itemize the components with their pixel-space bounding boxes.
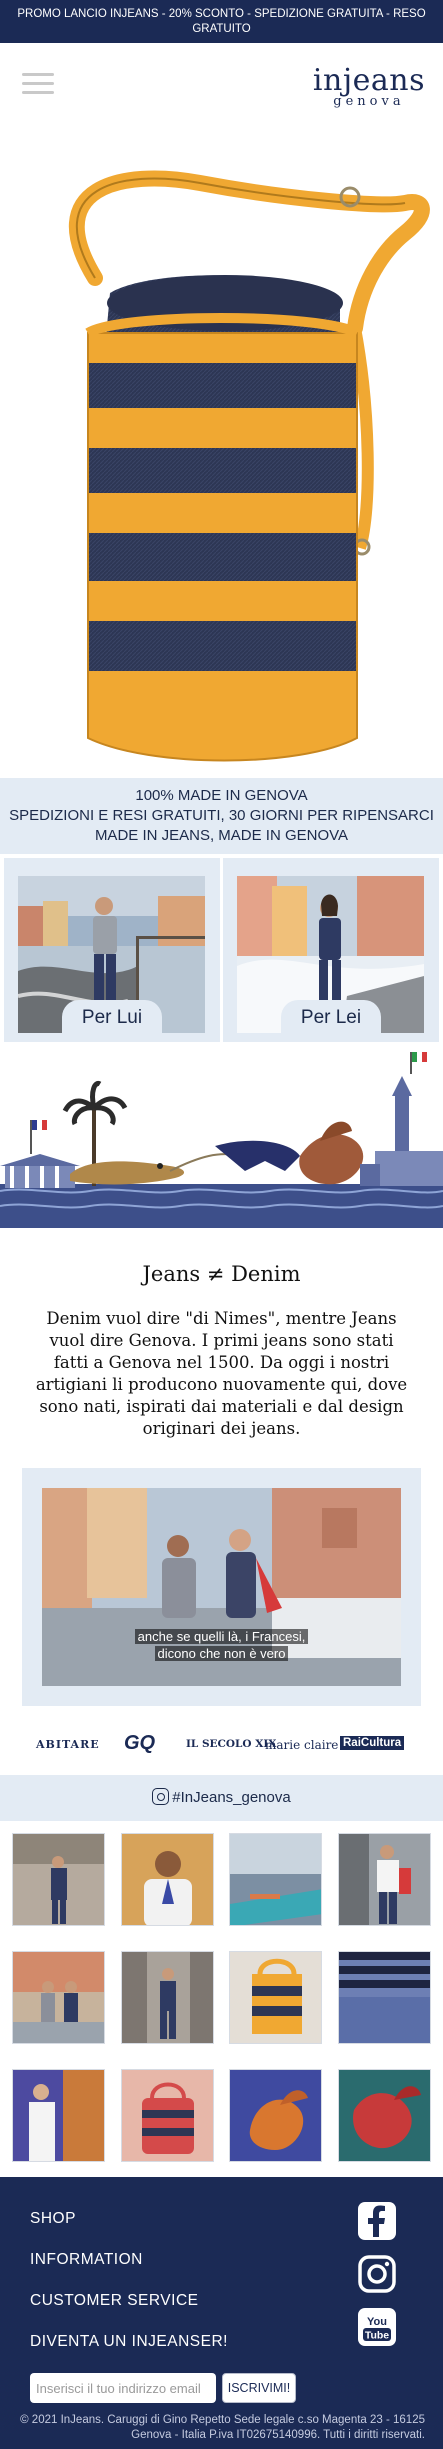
subtitle-line-2: dicono che non è vero (154, 1646, 289, 1661)
instagram-icon (152, 1788, 170, 1805)
footer-link-shop[interactable]: SHOP (30, 2210, 76, 2228)
video-section: anche se quelli là, i Francesi, dicono c… (22, 1468, 421, 1706)
logo[interactable]: injeans genova (312, 63, 425, 109)
story-section: Jeans ≠ Denim Denim vuol dire "di Nimes"… (0, 1228, 443, 1468)
instagram-grid (0, 1821, 443, 2177)
promo-bar: PROMO LANCIO INJEANS - 20% SCONTO - SPED… (0, 0, 443, 43)
copyright-line-2: Genova - Italia P.iva IT02675140996. Tut… (131, 2429, 425, 2441)
genova-illustration (0, 1046, 443, 1228)
video-player[interactable]: anche se quelli là, i Francesi, dicono c… (42, 1488, 401, 1686)
footer-link-injeanser[interactable]: DIVENTA UN INJEANSER! (30, 2333, 228, 2351)
subscribe-button[interactable]: ISCRIVIMI! (222, 2373, 296, 2403)
press-logos: ABITARE GQ IL SECOLO XIX marie claire Ra… (0, 1718, 443, 1768)
info-strip: 100% MADE IN GENOVA SPEDIZIONI E RESI GR… (0, 778, 443, 854)
category-label-lui: Per Lui (62, 1000, 162, 1034)
instagram-post[interactable] (12, 2069, 105, 2162)
subtitle-line-1: anche se quelli là, i Francesi, (134, 1629, 309, 1644)
press-logo-abitare: ABITARE (36, 1738, 100, 1751)
instagram-post[interactable] (121, 1833, 214, 1926)
category-card-lui[interactable]: Per Lui (4, 858, 220, 1042)
category-label-lei: Per Lei (281, 1000, 381, 1034)
press-logo-secolo: IL SECOLO XIX (186, 1738, 277, 1750)
site-header: injeans genova (0, 43, 443, 128)
instagram-handle: #InJeans_genova (172, 1789, 291, 1806)
instagram-post[interactable] (12, 1833, 105, 1926)
info-line-2: SPEDIZIONI E RESI GRATUITI, 30 GIORNI PE… (9, 807, 434, 824)
copyright-line-1: © 2021 InJeans. Caruggi di Gino Repetto … (20, 2414, 425, 2426)
press-logo-gq: GQ (124, 1732, 156, 1754)
youtube-icon[interactable]: You Tube (357, 2307, 397, 2347)
facebook-icon[interactable] (357, 2201, 397, 2241)
story-body: Denim vuol dire "di Nimes", mentre Jeans… (35, 1309, 408, 1438)
press-logo-raicultura: RaiCultura (340, 1736, 405, 1750)
category-cards: Per Lui Per Lei (0, 854, 443, 1046)
instagram-post[interactable] (121, 2069, 214, 2162)
press-logo-marieclaire: marie claire (265, 1738, 339, 1752)
svg-text:Tube: Tube (365, 2330, 389, 2342)
footer-link-customer-service[interactable]: CUSTOMER SERVICE (30, 2292, 199, 2310)
instagram-post[interactable] (338, 1833, 431, 1926)
newsletter-email-input[interactable] (30, 2373, 216, 2403)
category-card-lei[interactable]: Per Lei (223, 858, 439, 1042)
instagram-post[interactable] (229, 1833, 322, 1926)
site-footer: SHOP INFORMATION CUSTOMER SERVICE DIVENT… (0, 2177, 443, 2449)
instagram-post[interactable] (338, 2069, 431, 2162)
info-line-3: MADE IN JEANS, MADE IN GENOVA (94, 827, 349, 844)
instagram-hashtag-bar[interactable]: #InJeans_genova (0, 1775, 443, 1821)
promo-text: PROMO LANCIO INJEANS - 20% SCONTO - SPED… (17, 8, 426, 35)
svg-text:You: You (367, 2316, 387, 2328)
logo-line-1: injeans (312, 63, 425, 98)
info-line-1: 100% MADE IN GENOVA (135, 787, 308, 804)
instagram-post[interactable] (338, 1951, 431, 2044)
instagram-icon[interactable] (357, 2254, 397, 2294)
instagram-post[interactable] (229, 1951, 322, 2044)
footer-link-information[interactable]: INFORMATION (30, 2251, 143, 2269)
story-title: Jeans ≠ Denim (142, 1262, 301, 1286)
instagram-post[interactable] (229, 2069, 322, 2162)
instagram-post[interactable] (12, 1951, 105, 2044)
copyright: © 2021 InJeans. Caruggi di Gino Repetto … (5, 2413, 425, 2443)
hero-bag-image[interactable] (0, 128, 443, 778)
menu-icon[interactable] (22, 73, 54, 97)
video-subtitles: anche se quelli là, i Francesi, dicono c… (42, 1628, 401, 1662)
instagram-post[interactable] (121, 1951, 214, 2044)
